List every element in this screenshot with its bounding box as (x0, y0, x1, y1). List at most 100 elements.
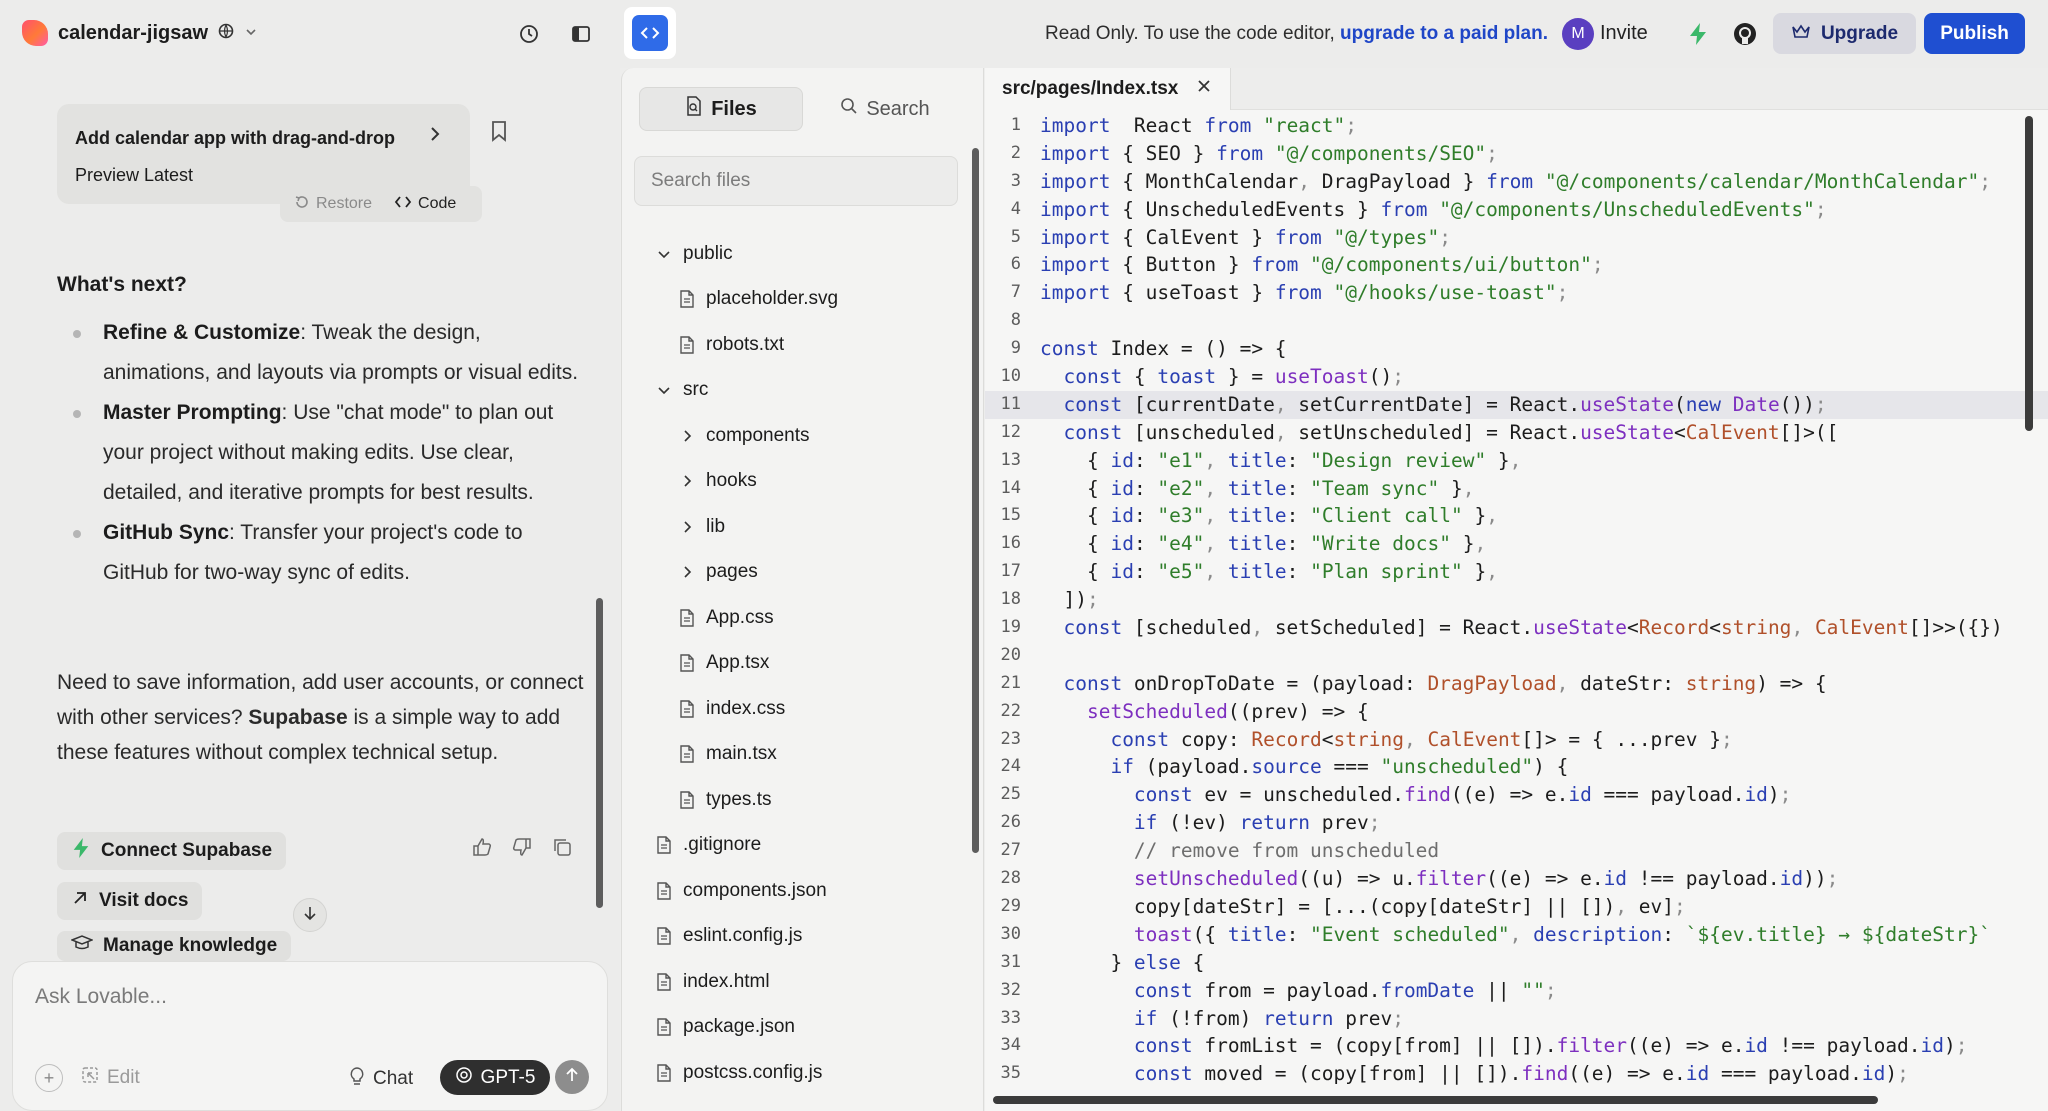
line-number: 10 (1000, 366, 1021, 387)
code-line: 31 } else { (985, 949, 2048, 977)
chat-scrollbar[interactable] (596, 598, 603, 908)
file-item[interactable]: eslint.config.js (622, 914, 972, 960)
code-line: 27 // remove from unscheduled (985, 837, 2048, 865)
thumbs-down-icon[interactable] (511, 836, 535, 860)
line-source: { id: "e1", title: "Design review" }, (1040, 448, 1522, 472)
file-item[interactable]: App.tsx (622, 641, 972, 687)
line-number: 2 (1010, 142, 1021, 163)
code-area[interactable]: 1 import React from "react"; 2 import { SEO… (985, 112, 2048, 1087)
file-item[interactable]: postcss.config.js (622, 1050, 972, 1096)
tree-item-label: index.css (706, 697, 786, 719)
tip-title: GitHub Sync (103, 521, 230, 544)
bookmark-icon[interactable] (490, 120, 508, 142)
code-line: 6 import { Button } from "@/components/ui… (985, 251, 2048, 279)
upgrade-button[interactable]: Upgrade (1773, 13, 1916, 54)
line-number: 16 (1000, 533, 1021, 554)
github-icon[interactable] (1727, 16, 1763, 52)
editor-vertical-scrollbar[interactable] (2025, 116, 2033, 431)
line-source: const [unscheduled, setUnscheduled] = Re… (1063, 420, 1839, 444)
code-line: 23 const copy: Record<string, CalEvent[]… (985, 726, 2048, 754)
code-line: 17 { id: "e5", title: "Plan sprint" }, (985, 558, 2048, 586)
manage-knowledge-button[interactable]: Manage knowledge (57, 931, 292, 961)
restore-button[interactable]: Restore (294, 194, 372, 215)
upgrade-plan-link[interactable]: upgrade to a paid plan. (1340, 23, 1548, 44)
invite-button[interactable]: Invite (1600, 22, 1648, 45)
visit-docs-label: Visit docs (99, 890, 189, 911)
tab-search[interactable]: Search (803, 87, 967, 131)
line-number: 12 (1000, 421, 1021, 442)
restore-label: Restore (316, 195, 373, 212)
files-tab-label: Files (711, 97, 757, 120)
plus-icon[interactable]: + (35, 1064, 63, 1092)
chat-mode-button[interactable]: Chat (349, 1066, 413, 1092)
chat-input[interactable]: Ask Lovable... (35, 985, 167, 1009)
file-item[interactable]: types.ts (622, 777, 972, 823)
code-line: 1 import React from "react"; (985, 112, 2048, 140)
line-source: const [scheduled, setScheduled] = React.… (1063, 616, 2003, 640)
code-line: 29 copy[dateStr] = [...(copy[dateStr] ||… (985, 893, 2048, 921)
file-item[interactable]: index.html (622, 959, 972, 1005)
code-button[interactable]: Code (394, 195, 456, 214)
explorer-scrollbar[interactable] (972, 148, 979, 853)
folder-item[interactable]: pages (622, 550, 972, 596)
code-line: 22 setScheduled((prev) => { (985, 698, 2048, 726)
file-item[interactable]: package.json (622, 1005, 972, 1051)
file-item[interactable]: components.json (622, 868, 972, 914)
tree-item-label: lib (706, 515, 726, 537)
editor-horizontal-scrollbar[interactable] (993, 1096, 1878, 1104)
model-selector[interactable]: GPT-5 (440, 1060, 550, 1095)
close-icon[interactable] (1196, 78, 1212, 100)
code-view-toggle[interactable] (624, 7, 676, 59)
code-line: 11 const [currentDate, setCurrentDate] =… (985, 390, 2048, 419)
explorer-tabs: Files Search (639, 87, 967, 131)
file-item[interactable]: main.tsx (622, 732, 972, 778)
file-item[interactable]: robots.txt (622, 322, 972, 368)
tip-item: Master Prompting: Use "chat mode" to pla… (70, 393, 590, 513)
line-source: const moved = (copy[from] || []).find((e… (1133, 1062, 1909, 1086)
tree-item-label: .gitignore (683, 834, 762, 856)
folder-item[interactable]: public (622, 231, 972, 277)
file-item[interactable]: placeholder.svg (622, 277, 972, 323)
history-icon[interactable] (513, 18, 545, 50)
publish-button[interactable]: Publish (1924, 13, 2025, 54)
file-item[interactable]: index.css (622, 686, 972, 732)
line-number: 15 (1000, 505, 1021, 526)
code-line: 24 if (payload.source === "unscheduled")… (985, 753, 2048, 781)
line-number: 27 (1000, 840, 1021, 861)
avatar[interactable]: M (1562, 18, 1594, 50)
edit-label: Edit (107, 1067, 140, 1088)
folder-item[interactable]: components (622, 413, 972, 459)
file-item[interactable]: App.css (622, 595, 972, 641)
project-switcher[interactable]: calendar-jigsaw (22, 20, 258, 46)
folder-item[interactable]: src (622, 368, 972, 414)
send-button[interactable] (555, 1060, 589, 1094)
folder-item[interactable]: lib (622, 504, 972, 550)
tree-item-label: package.json (683, 1016, 795, 1038)
supabase-icon[interactable] (1680, 16, 1716, 52)
file-item[interactable]: .gitignore (622, 823, 972, 869)
connect-supabase-button[interactable]: Connect Supabase (57, 832, 287, 870)
tab-files[interactable]: Files (639, 87, 803, 131)
line-source: const copy: Record<string, CalEvent[]> =… (1110, 727, 1733, 751)
tip-item: Refine & Customize: Tweak the design, an… (70, 313, 590, 393)
editor-tab[interactable]: src/pages/Index.tsx (985, 68, 1232, 110)
line-number: 14 (1000, 477, 1021, 498)
chevron-right-icon (428, 124, 442, 150)
tree-item-label: robots.txt (706, 333, 785, 355)
line-number: 9 (1010, 338, 1021, 359)
visual-edit-button[interactable]: Edit (81, 1066, 140, 1090)
thumbs-up-icon[interactable] (471, 836, 495, 860)
visit-docs-button[interactable]: Visit docs (57, 882, 203, 920)
sidebar-toggle-icon[interactable] (565, 18, 597, 50)
scroll-down-button[interactable] (293, 898, 327, 932)
chat-label: Chat (373, 1068, 414, 1089)
search-files-input[interactable]: Search files (634, 156, 958, 206)
line-number: 35 (1000, 1063, 1021, 1084)
folder-item[interactable]: hooks (622, 459, 972, 505)
copy-icon[interactable] (551, 836, 575, 860)
editor-tab-bar: src/pages/Index.tsx (985, 68, 2048, 110)
upgrade-label: Upgrade (1820, 22, 1899, 44)
preview-latest-link[interactable]: Preview Latest (75, 165, 193, 186)
tree-item-label: components.json (683, 879, 827, 901)
line-number: 25 (1000, 784, 1021, 805)
